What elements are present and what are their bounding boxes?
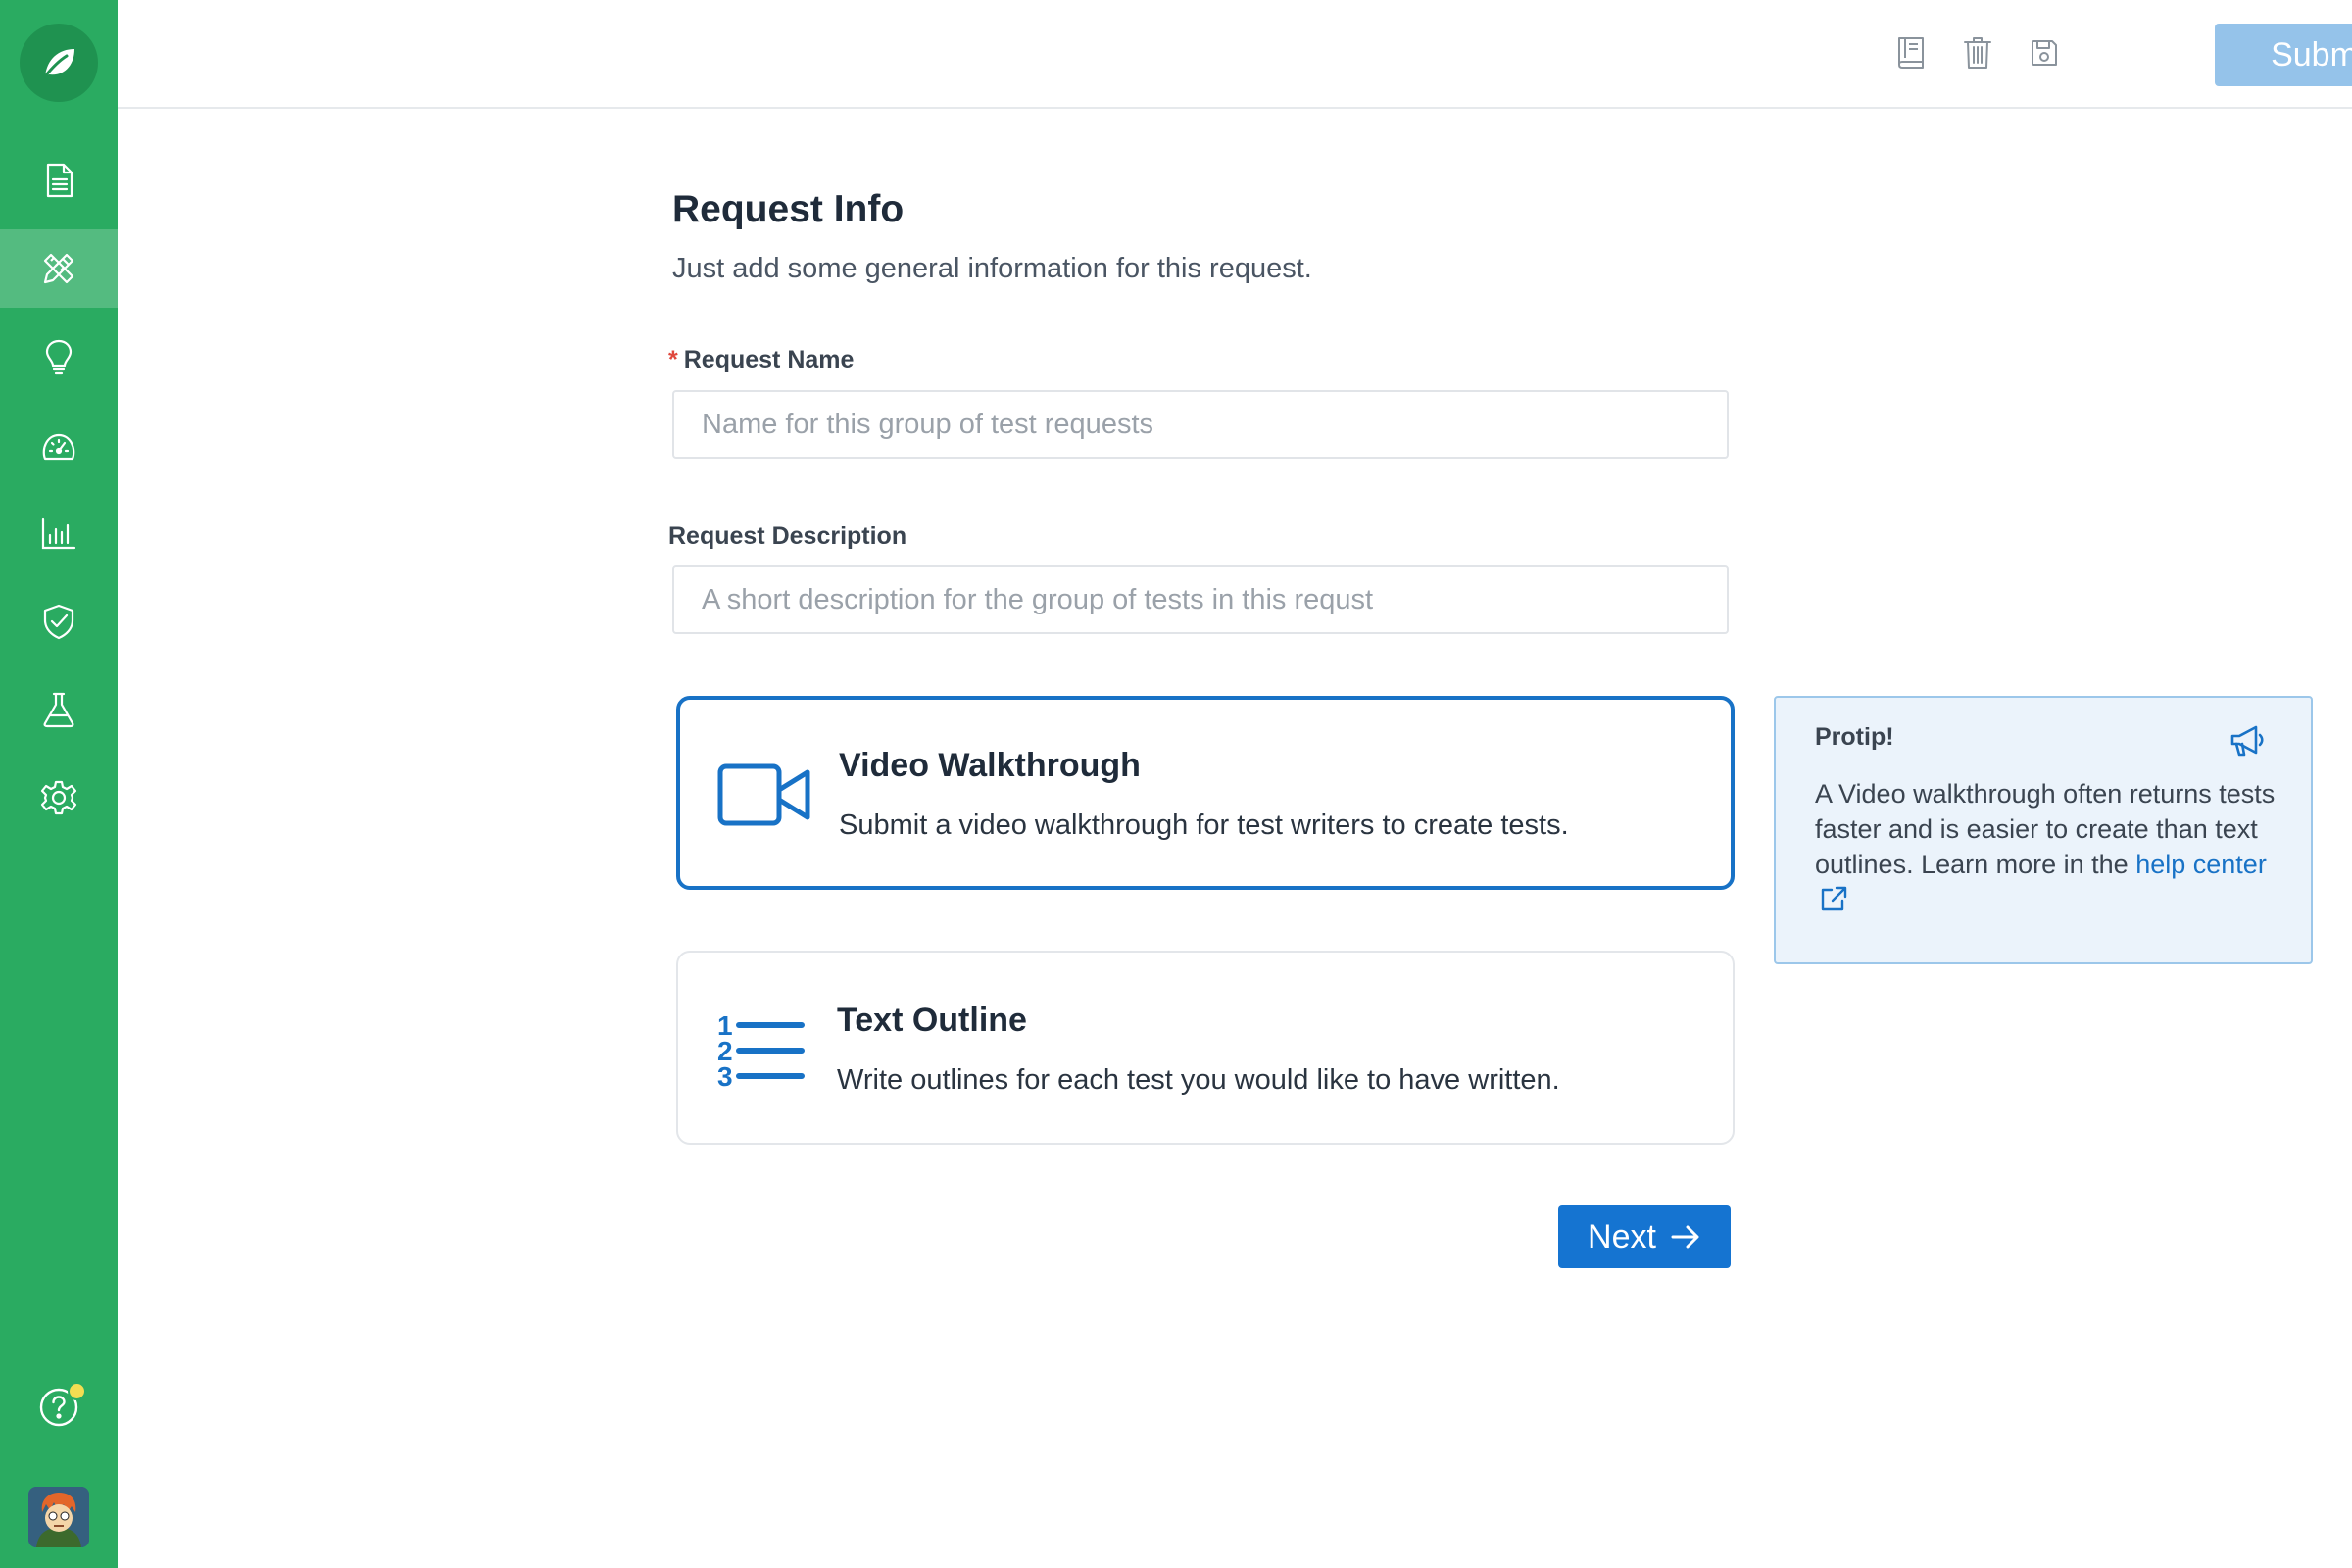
protip-panel: Protip! A Video walkthrough often return… <box>1774 696 2313 964</box>
lightbulb-icon <box>45 339 73 375</box>
page-title: Request Info <box>672 188 905 230</box>
guide-button[interactable] <box>1891 33 1931 73</box>
flask-icon <box>43 692 74 728</box>
user-avatar[interactable] <box>28 1487 89 1547</box>
sidebar-item-documents[interactable] <box>0 141 118 220</box>
arrow-right-icon <box>1671 1225 1699 1249</box>
request-name-label-text: Request Name <box>683 346 855 373</box>
sidebar-item-ideas[interactable] <box>0 318 118 396</box>
shield-check-icon <box>43 604 74 640</box>
megaphone-icon <box>2230 725 2264 757</box>
bar-chart-icon <box>41 517 76 550</box>
document-icon <box>46 163 74 198</box>
numbered-list-icon: 1 2 3 <box>717 1010 805 1092</box>
book-icon <box>1898 37 1924 69</box>
submit-button[interactable]: Submit <box>2215 24 2352 86</box>
app-logo[interactable] <box>20 24 98 102</box>
external-link-icon <box>1821 886 1847 911</box>
help-button[interactable] <box>0 1368 118 1446</box>
video-camera-icon <box>717 763 810 826</box>
request-name-input[interactable] <box>672 390 1729 459</box>
sidebar-item-performance[interactable] <box>0 408 118 486</box>
protip-title: Protip! <box>1815 723 1894 751</box>
sidebar-item-reports[interactable] <box>0 494 118 572</box>
trash-icon <box>1964 37 1991 69</box>
speedometer-icon <box>42 433 75 461</box>
option-video-walkthrough[interactable]: Video Walkthrough Submit a video walkthr… <box>676 696 1735 890</box>
sidebar-item-settings[interactable] <box>0 759 118 837</box>
protip-text: A Video walkthrough often returns tests … <box>1815 776 2276 917</box>
avatar-image <box>28 1487 89 1547</box>
option-description: Submit a video walkthrough for test writ… <box>839 809 1569 841</box>
sidebar <box>0 0 118 1568</box>
request-name-label: * Request Name <box>668 346 854 374</box>
sidebar-item-security[interactable] <box>0 582 118 661</box>
page-subtitle: Just add some general information for th… <box>672 253 1312 284</box>
top-toolbar: Submit <box>118 0 2352 109</box>
pencil-ruler-icon <box>43 253 74 284</box>
required-mark: * <box>668 346 678 373</box>
option-title: Video Walkthrough <box>839 747 1141 784</box>
save-icon <box>2032 40 2057 66</box>
next-button-label: Next <box>1588 1217 1656 1255</box>
sidebar-item-design[interactable] <box>0 229 118 308</box>
option-title: Text Outline <box>837 1002 1027 1039</box>
option-description: Write outlines for each test you would l… <box>837 1064 1560 1096</box>
request-description-label: Request Description <box>668 522 907 550</box>
help-center-link-label: help center <box>2135 850 2267 879</box>
gear-icon <box>40 780 77 815</box>
option-text-outline[interactable]: 1 2 3 Text Outline Write outlines for ea… <box>676 951 1735 1145</box>
delete-button[interactable] <box>1958 33 1997 73</box>
request-description-input[interactable] <box>672 565 1729 634</box>
sidebar-item-tests[interactable] <box>0 670 118 749</box>
save-button[interactable] <box>2025 33 2064 73</box>
svg-text:3: 3 <box>717 1061 733 1092</box>
next-button[interactable]: Next <box>1558 1205 1731 1268</box>
leaf-icon <box>43 49 74 78</box>
notification-dot <box>68 1382 86 1400</box>
